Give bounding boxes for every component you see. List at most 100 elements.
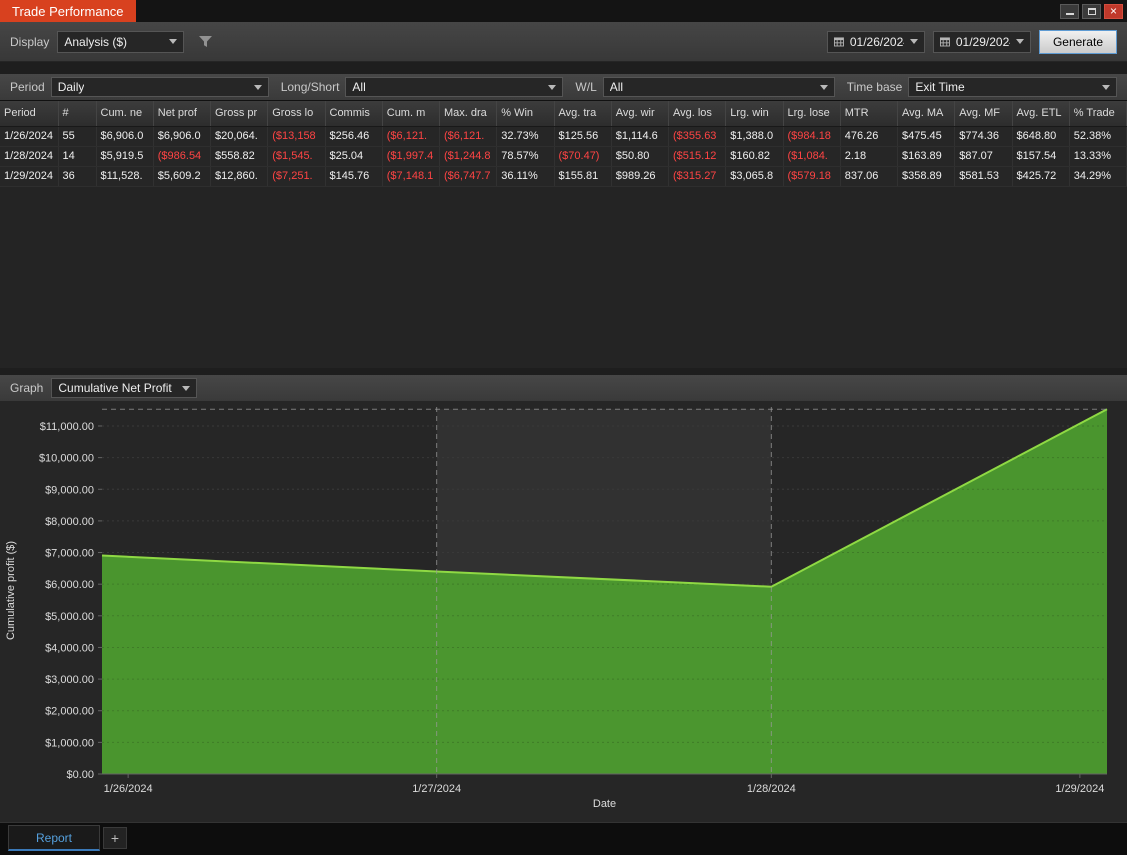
table-cell: $25.04 <box>325 146 383 167</box>
table-cell: $989.26 <box>611 166 670 187</box>
table-cell: $1,388.0 <box>725 126 784 147</box>
chevron-down-icon <box>909 39 918 44</box>
table-cell: 1/29/2024 <box>0 166 59 187</box>
table-cell: $20,064. <box>210 126 269 147</box>
column-header[interactable]: Avg. MF <box>954 101 1013 127</box>
table-cell: ($355.63 <box>668 126 727 147</box>
section-gap <box>0 62 1127 74</box>
date-from-picker[interactable]: 01/26/2024 <box>826 30 925 53</box>
table-cell: 1/26/2024 <box>0 126 59 147</box>
column-header[interactable]: Gross pr <box>210 101 269 127</box>
timebase-label: Time base <box>846 80 903 94</box>
date-to-picker[interactable]: 01/29/2024 <box>932 30 1031 53</box>
table-row[interactable]: 1/28/2024 14 $5,919.5 ($986.54 $558.82 ($1,54… <box>0 146 1127 167</box>
display-select-value: Analysis ($) <box>64 34 128 49</box>
column-header[interactable]: Avg. MA <box>897 101 956 127</box>
svg-text:$11,000.00: $11,000.00 <box>40 421 94 433</box>
bottom-tab-bar: Report + <box>0 822 1127 855</box>
table-cell: ($1,084. <box>783 146 841 167</box>
table-cell: 78.57% <box>496 146 555 167</box>
column-header[interactable]: Lrg. lose <box>783 101 841 127</box>
table-cell: $581.53 <box>954 166 1013 187</box>
graph-type-value: Cumulative Net Profit <box>58 381 172 395</box>
column-header[interactable]: Commis <box>325 101 383 127</box>
table-cell: ($7,148.1 <box>382 166 441 187</box>
column-header[interactable]: % Trade <box>1069 101 1127 127</box>
svg-text:1/29/2024: 1/29/2024 <box>1055 783 1104 795</box>
timebase-select[interactable]: Exit Time <box>908 77 1117 97</box>
table-cell: ($315.27 <box>668 166 727 187</box>
column-header[interactable]: Avg. los <box>668 101 727 127</box>
wl-select-value: All <box>609 80 624 94</box>
table-cell: $5,919.5 <box>96 146 154 167</box>
column-header[interactable]: Period <box>0 101 59 127</box>
period-label: Period <box>10 80 45 94</box>
longshort-select-value: All <box>352 80 366 94</box>
table-cell: $256.46 <box>325 126 383 147</box>
column-header[interactable]: Avg. tra <box>554 101 612 127</box>
table-cell: 476.26 <box>840 126 899 147</box>
display-select[interactable]: Analysis ($) <box>57 30 185 53</box>
minimize-button[interactable] <box>1060 3 1079 19</box>
column-header[interactable]: Cum. ne <box>96 101 154 127</box>
column-header[interactable]: Lrg. win <box>725 101 784 127</box>
column-header[interactable]: % Win <box>496 101 555 127</box>
svg-text:$9,000.00: $9,000.00 <box>45 484 94 496</box>
table-cell: $6,906.0 <box>153 126 212 147</box>
table-cell: 1/28/2024 <box>0 146 59 167</box>
column-header[interactable]: Avg. wir <box>611 101 670 127</box>
table-row[interactable]: 1/26/2024 55 $6,906.0 $6,906.0 $20,064. ($13,… <box>0 126 1127 147</box>
timebase-select-value: Exit Time <box>915 80 965 94</box>
column-header[interactable]: Net prof <box>153 101 212 127</box>
close-button[interactable]: × <box>1104 3 1123 19</box>
table-cell: 55 <box>58 126 97 147</box>
column-header[interactable]: Gross lo <box>267 101 326 127</box>
table-cell: ($6,121. <box>382 126 441 147</box>
column-header[interactable]: Cum. m <box>382 101 441 127</box>
table-cell: $163.89 <box>897 146 956 167</box>
filter-button[interactable] <box>192 30 218 54</box>
wl-label: W/L <box>575 80 597 94</box>
tab-report[interactable]: Report <box>8 825 100 851</box>
table-cell: 13.33% <box>1069 146 1127 167</box>
svg-text:$1,000.00: $1,000.00 <box>45 737 94 749</box>
table-cell: 14 <box>58 146 97 167</box>
graph-type-select[interactable]: Cumulative Net Profit <box>51 378 198 398</box>
chevron-down-icon <box>253 84 262 90</box>
table-cell: 34.29% <box>1069 166 1127 187</box>
chevron-down-icon <box>182 385 191 391</box>
column-header[interactable]: MTR <box>840 101 899 127</box>
table-row[interactable]: 1/29/2024 36 $11,528. $5,609.2 $12,860. ($7,2… <box>0 166 1127 187</box>
table-cell: $125.56 <box>554 126 612 147</box>
column-header[interactable]: Avg. ETL <box>1012 101 1070 127</box>
calendar-icon <box>833 37 844 47</box>
svg-text:Cumulative profit ($): Cumulative profit ($) <box>5 541 17 640</box>
table-cell: $6,906.0 <box>96 126 154 147</box>
performance-table: Period # Cum. ne Net prof Gross pr Gross lo Co… <box>0 101 1127 187</box>
filter-bar: Period Daily Long/Short All W/L All Time… <box>0 74 1127 100</box>
table-cell: $558.82 <box>210 146 269 167</box>
column-header[interactable]: Max. dra <box>439 101 498 127</box>
add-tab-button[interactable]: + <box>103 827 127 849</box>
chevron-down-icon <box>1015 39 1024 44</box>
svg-text:$10,000.00: $10,000.00 <box>39 453 94 465</box>
period-select[interactable]: Daily <box>50 77 269 97</box>
table-cell: ($1,997.4 <box>382 146 441 167</box>
svg-text:$4,000.00: $4,000.00 <box>45 642 94 654</box>
chevron-down-icon <box>548 84 557 90</box>
wl-select[interactable]: All <box>602 77 835 97</box>
column-header[interactable]: # <box>58 101 97 127</box>
performance-table-panel: Period # Cum. ne Net prof Gross pr Gross lo Co… <box>0 100 1127 368</box>
generate-button[interactable]: Generate <box>1038 29 1117 54</box>
table-cell: $155.81 <box>554 166 612 187</box>
table-cell: $774.36 <box>954 126 1013 147</box>
svg-text:1/27/2024: 1/27/2024 <box>412 783 461 795</box>
toolbar-right: 01/26/2024 01/29/2024 Generate <box>826 29 1117 54</box>
longshort-select[interactable]: All <box>345 77 564 97</box>
display-label: Display <box>10 34 50 49</box>
table-cell: $11,528. <box>96 166 154 187</box>
date-to-value: 01/29/2024 <box>955 34 1010 49</box>
maximize-button[interactable] <box>1082 3 1101 19</box>
cumulative-profit-chart: $0.00 $1,000.00 $2,000.00 $3,000.00 $4,000.0… <box>0 401 1127 822</box>
table-cell: 36 <box>58 166 97 187</box>
